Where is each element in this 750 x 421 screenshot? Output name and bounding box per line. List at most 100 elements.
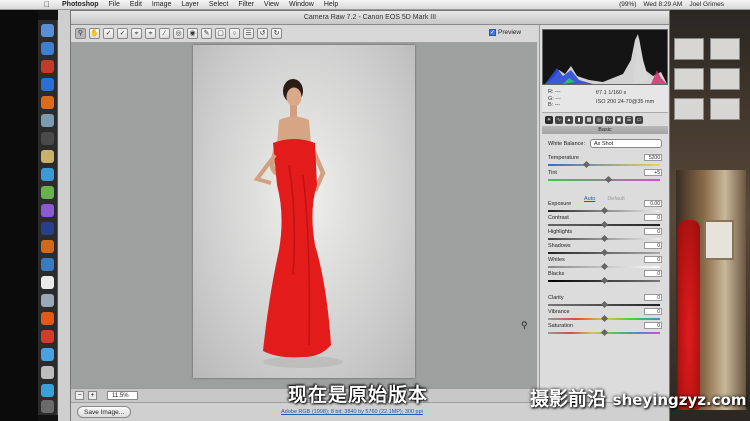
firefox-icon[interactable] (41, 312, 54, 325)
menu-image[interactable]: Image (152, 1, 171, 8)
whites-slider[interactable]: Whites 0 (548, 256, 664, 271)
color-sampler-tool-icon[interactable]: ✓ (117, 28, 128, 39)
menu-window[interactable]: Window (289, 1, 314, 8)
app-icon[interactable] (41, 114, 54, 127)
menu-view[interactable]: View (264, 1, 279, 8)
app-icon[interactable] (41, 366, 54, 379)
split-toning-tab-icon[interactable]: ▩ (585, 116, 593, 124)
app-icon[interactable] (41, 168, 54, 181)
app-icon[interactable] (41, 42, 54, 55)
app-icon[interactable] (41, 258, 54, 271)
thumbnail[interactable] (710, 68, 740, 90)
dock (38, 20, 58, 415)
menu-layer[interactable]: Layer (181, 1, 199, 8)
graduated-filter-tool-icon[interactable]: ▢ (215, 28, 226, 39)
detail-tab-icon[interactable]: ▲ (565, 116, 573, 124)
background-photo (676, 170, 746, 410)
app-menu[interactable]: Photoshop (62, 1, 99, 8)
app-icon[interactable] (41, 150, 54, 163)
app-icon[interactable] (41, 60, 54, 73)
app-icon[interactable] (41, 330, 54, 343)
checkbox-checked-icon[interactable]: ✓ (489, 29, 496, 36)
hand-tool-icon[interactable]: ✋ (89, 28, 100, 39)
hsl-tab-icon[interactable]: ▮ (575, 116, 583, 124)
preview-image (193, 45, 415, 378)
presets-tab-icon[interactable]: ☰ (625, 116, 633, 124)
zoom-cursor-icon: ⚲ (521, 320, 528, 330)
saturation-slider[interactable]: Saturation 0 (548, 322, 664, 337)
zoom-tool-icon[interactable]: ⚲ (75, 28, 86, 39)
histogram (542, 29, 668, 85)
lens-tab-icon[interactable]: ◎ (595, 116, 603, 124)
tone-curve-tab-icon[interactable]: ∿ (555, 116, 563, 124)
menubar-clock[interactable]: Wed 8:29 AM (643, 1, 682, 8)
menu-file[interactable]: File (109, 1, 120, 8)
white-balance-select[interactable]: As Shot (590, 139, 662, 148)
blacks-slider[interactable]: Blacks 0 (548, 270, 664, 285)
dialog-title: Camera Raw 7.2 - Canon EOS 5D Mark III (71, 11, 669, 25)
app-icon[interactable] (41, 204, 54, 217)
thumbnail[interactable] (674, 98, 704, 120)
shadows-slider[interactable]: Shadows 0 (548, 242, 664, 257)
thumbnail[interactable] (674, 68, 704, 90)
photoshop-icon[interactable] (41, 78, 54, 91)
targeted-adjustment-tool-icon[interactable]: ⌖ (131, 28, 142, 39)
battery-status[interactable]: (99%) (619, 1, 636, 8)
thumbnail[interactable] (710, 38, 740, 60)
menu-help[interactable]: Help (324, 1, 338, 8)
skype-icon[interactable] (41, 384, 54, 397)
rotate-left-icon[interactable]: ↺ (257, 28, 268, 39)
thumbnail[interactable] (710, 98, 740, 120)
preview-canvas[interactable]: ⚲ (71, 43, 537, 388)
zoom-select[interactable]: 11.5% (107, 391, 138, 400)
adjustment-brush-tool-icon[interactable]: ✎ (201, 28, 212, 39)
menubar-user[interactable]: Joel Grimes (689, 1, 724, 8)
menu-edit[interactable]: Edit (130, 1, 142, 8)
clarity-slider[interactable]: Clarity 0 (548, 294, 664, 309)
spot-removal-tool-icon[interactable]: ◎ (173, 28, 184, 39)
app-icon[interactable] (41, 132, 54, 145)
readout-b: B: --- (548, 102, 561, 108)
highlights-slider[interactable]: Highlights 0 (548, 228, 664, 243)
zoom-in-button[interactable]: + (88, 391, 97, 400)
preview-checkbox[interactable]: ✓ Preview (489, 29, 521, 36)
red-dress (678, 220, 700, 410)
exposure-slider[interactable]: Exposure 0.00 (548, 200, 664, 215)
temperature-slider[interactable]: Temperature 5200 (548, 154, 664, 169)
finder-icon[interactable] (41, 24, 54, 37)
rotate-right-icon[interactable]: ↻ (271, 28, 282, 39)
apple-icon[interactable]:  (44, 0, 50, 9)
straighten-tool-icon[interactable]: ∕ (159, 28, 170, 39)
tint-slider[interactable]: Tint +5 (548, 169, 664, 184)
crop-tool-icon[interactable]: ⌖ (145, 28, 156, 39)
video-subtitle: 现在是原始版本 (288, 384, 429, 406)
app-icon[interactable] (41, 96, 54, 109)
white-balance-tool-icon[interactable]: ✓ (103, 28, 114, 39)
contrast-slider[interactable]: Contrast 0 (548, 214, 664, 229)
menu-filter[interactable]: Filter (238, 1, 254, 8)
red-eye-removal-tool-icon[interactable]: ◉ (187, 28, 198, 39)
bridge-icon[interactable] (41, 240, 54, 253)
app-icon[interactable] (41, 276, 54, 289)
basic-tab-icon[interactable]: ☀ (545, 116, 553, 124)
fx-tab-icon[interactable]: fx (605, 116, 613, 124)
trash-icon[interactable] (41, 400, 54, 413)
preferences-icon[interactable]: ☰ (243, 28, 254, 39)
camera-calibration-tab-icon[interactable]: ▣ (615, 116, 623, 124)
workflow-options-link[interactable]: Adobe RGB (1998); 8 bit; 3840 by 5760 (2… (281, 409, 423, 415)
desktop-left (0, 10, 38, 421)
menu-select[interactable]: Select (209, 1, 228, 8)
photoshop-icon[interactable] (41, 222, 54, 235)
photoshop-tools-strip (58, 10, 70, 421)
vibrance-slider[interactable]: Vibrance 0 (548, 308, 664, 323)
background-photoshop-document (670, 10, 750, 421)
readout-r: R: --- (548, 89, 561, 95)
app-icon[interactable] (41, 186, 54, 199)
thumbnail[interactable] (674, 38, 704, 60)
save-image-button[interactable]: Save Image... (77, 406, 132, 418)
snapshots-tab-icon[interactable]: ▭ (635, 116, 643, 124)
radial-filter-tool-icon[interactable]: ○ (229, 28, 240, 39)
app-icon[interactable] (41, 294, 54, 307)
app-icon[interactable] (41, 348, 54, 361)
zoom-out-button[interactable]: − (75, 391, 84, 400)
